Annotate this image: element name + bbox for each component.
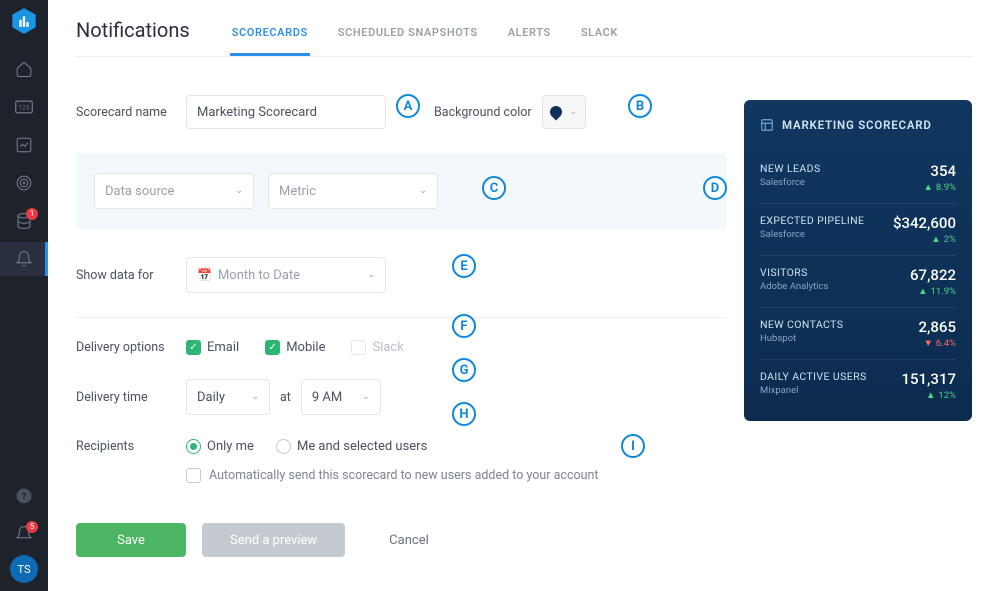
delivery-mobile-checkbox[interactable]: ✓Mobile	[265, 340, 325, 355]
metric-name: DAILY ACTIVE USERS	[760, 370, 867, 383]
date-range-value: Month to Date	[218, 268, 300, 283]
time-select[interactable]: 9 AM⌄	[301, 379, 381, 415]
svg-text:?: ?	[22, 492, 27, 502]
auto-send-label: Automatically send this scorecard to new…	[209, 468, 599, 483]
delivery-email-checkbox[interactable]: ✓Email	[186, 340, 239, 355]
card-title: MARKETING SCORECARD	[760, 118, 956, 132]
delivery-slack-checkbox[interactable]: Slack	[351, 340, 403, 355]
metric-placeholder: Metric	[279, 184, 316, 199]
main: Notifications SCORECARDS SCHEDULED SNAPS…	[48, 0, 1000, 591]
user-avatar[interactable]: TS	[10, 555, 38, 583]
nav-kpis[interactable]: 123	[0, 90, 48, 124]
data-source-select[interactable]: Data source⌄	[94, 173, 254, 209]
delivery-time-label: Delivery time	[76, 390, 186, 405]
metric-value: 67,822	[910, 266, 956, 284]
metric-source: Adobe Analytics	[760, 281, 828, 292]
svg-text:123: 123	[18, 104, 29, 112]
metric-source: Salesforce	[760, 229, 864, 240]
tab-scheduled-snapshots[interactable]: SCHEDULED SNAPSHOTS	[336, 26, 480, 56]
nav-notifications[interactable]	[0, 242, 48, 276]
metric-source: Mixpanel	[760, 385, 867, 396]
metric-value: 354	[923, 162, 956, 180]
nav-alerts[interactable]: 5	[0, 517, 48, 551]
send-preview-button[interactable]: Send a preview	[202, 523, 345, 557]
tab-alerts[interactable]: ALERTS	[506, 26, 553, 56]
app-logo[interactable]	[9, 6, 39, 36]
metric-delta: ▲12%	[901, 390, 956, 401]
metric-delta: ▲2%	[893, 234, 956, 245]
calendar-icon: 📅	[197, 268, 212, 282]
metric-value: $342,600	[893, 214, 956, 232]
showdata-label: Show data for	[76, 268, 186, 283]
auto-send-checkbox[interactable]	[186, 468, 201, 483]
tab-slack[interactable]: SLACK	[579, 26, 620, 56]
tabs: SCORECARDS SCHEDULED SNAPSHOTS ALERTS SL…	[230, 26, 620, 56]
metric-select[interactable]: Metric⌄	[268, 173, 438, 209]
datasource-block: Data source⌄ Metric⌄	[76, 153, 726, 229]
metric-name: VISITORS	[760, 266, 828, 279]
delivery-options-label: Delivery options	[76, 340, 186, 355]
save-button[interactable]: Save	[76, 523, 186, 557]
nav-boards[interactable]	[0, 128, 48, 162]
metric-value: 2,865	[919, 318, 956, 336]
recipients-only-me-radio[interactable]: Only me	[186, 439, 254, 454]
badge: 5	[26, 521, 38, 533]
name-label: Scorecard name	[76, 105, 186, 120]
at-text: at	[280, 390, 291, 405]
badge: 1	[26, 208, 38, 220]
scorecard-preview: MARKETING SCORECARD NEW LEADS Salesforce 3…	[744, 100, 972, 421]
metric-value: 151,317	[901, 370, 956, 388]
sidebar: 123 1 ? 5 TS	[0, 0, 48, 591]
nav-goals[interactable]	[0, 166, 48, 200]
scorecard-name-input[interactable]	[186, 95, 386, 129]
cancel-button[interactable]: Cancel	[361, 523, 457, 557]
metric-source: Salesforce	[760, 177, 821, 188]
metric-delta: ▲8.9%	[923, 182, 956, 193]
metric-row: DAILY ACTIVE USERS Mixpanel 151,317 ▲12%	[760, 359, 956, 411]
nav-home[interactable]	[0, 52, 48, 86]
metric-source: Hubspot	[760, 333, 843, 344]
nav-help[interactable]: ?	[0, 479, 48, 513]
scorecard-icon	[760, 118, 774, 132]
bgcolor-label: Background color	[434, 105, 532, 120]
tab-scorecards[interactable]: SCORECARDS	[230, 26, 310, 56]
metric-row: VISITORS Adobe Analytics 67,822 ▲11.9%	[760, 255, 956, 307]
metric-delta: ▼6.4%	[919, 338, 956, 349]
data-source-placeholder: Data source	[105, 184, 174, 199]
frequency-select[interactable]: Daily⌄	[186, 379, 270, 415]
metric-row: NEW LEADS Salesforce 354 ▲8.9%	[760, 152, 956, 203]
page-title: Notifications	[76, 18, 190, 56]
nav-databases[interactable]: 1	[0, 204, 48, 238]
page-header: Notifications SCORECARDS SCHEDULED SNAPS…	[76, 18, 972, 57]
metric-name: NEW LEADS	[760, 162, 821, 175]
metric-row: EXPECTED PIPELINE Salesforce $342,600 ▲2%	[760, 203, 956, 255]
recipients-selected-radio[interactable]: Me and selected users	[276, 439, 427, 454]
metric-delta: ▲11.9%	[910, 286, 956, 297]
metric-row: NEW CONTACTS Hubspot 2,865 ▼6.4%	[760, 307, 956, 359]
date-range-select[interactable]: 📅Month to Date ⌄	[186, 257, 386, 293]
metric-name: EXPECTED PIPELINE	[760, 214, 864, 227]
form: Scorecard name Background color ⌄ Data s…	[76, 57, 726, 557]
bgcolor-picker[interactable]: ⌄	[542, 95, 586, 129]
metric-name: NEW CONTACTS	[760, 318, 843, 331]
recipients-label: Recipients	[76, 439, 186, 454]
